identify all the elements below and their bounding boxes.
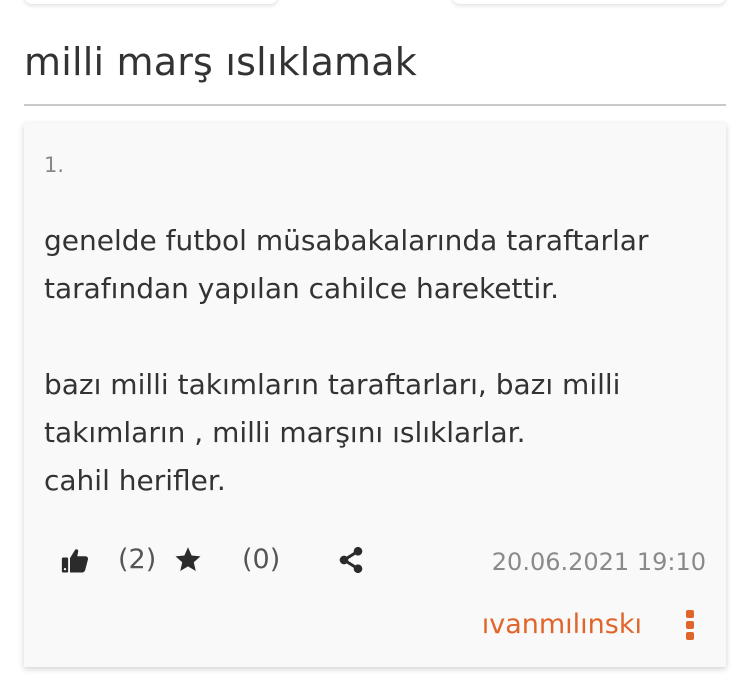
topic-title[interactable]: milli marş ıslıklamak bbox=[24, 36, 417, 88]
dot bbox=[686, 621, 694, 629]
like-count: (2) bbox=[118, 544, 157, 575]
top-right-panel-edge bbox=[452, 0, 726, 4]
entry-line: takımların , milli marşını ıslıklarlar. bbox=[44, 416, 526, 449]
entry-card: 1. genelde futbol müsabakalarında taraft… bbox=[24, 123, 726, 667]
entry-line: cahil herifler. bbox=[44, 464, 226, 497]
thumbs-up-icon[interactable] bbox=[58, 543, 92, 577]
star-icon[interactable] bbox=[171, 543, 205, 577]
top-left-panel-edge bbox=[24, 0, 278, 4]
author-link[interactable]: ıvanmılınskı bbox=[482, 609, 642, 641]
entry-number: 1. bbox=[44, 153, 65, 177]
entry-blank-line bbox=[44, 313, 704, 361]
share-icon[interactable] bbox=[334, 543, 368, 577]
entry-line: bazı milli takımların taraftarları, bazı… bbox=[44, 368, 621, 401]
entry-content: genelde futbol müsabakalarında taraftarl… bbox=[44, 217, 704, 505]
title-divider bbox=[24, 104, 726, 106]
vertical-dots-icon[interactable] bbox=[678, 607, 702, 643]
dot bbox=[686, 610, 694, 618]
entry-line: genelde futbol müsabakalarında taraftarl… bbox=[44, 224, 649, 257]
previous-content-edge bbox=[0, 0, 750, 14]
entry-footer: ıvanmılınskı bbox=[44, 603, 706, 647]
dot bbox=[686, 632, 694, 640]
entry-timestamp[interactable]: 20.06.2021 19:10 bbox=[492, 547, 706, 577]
entry-actions: (2) (0) 20.06.2021 19:10 bbox=[44, 535, 706, 585]
favorite-count: (0) bbox=[242, 544, 281, 575]
entry-line: tarafından yapılan cahilce harekettir. bbox=[44, 272, 560, 305]
